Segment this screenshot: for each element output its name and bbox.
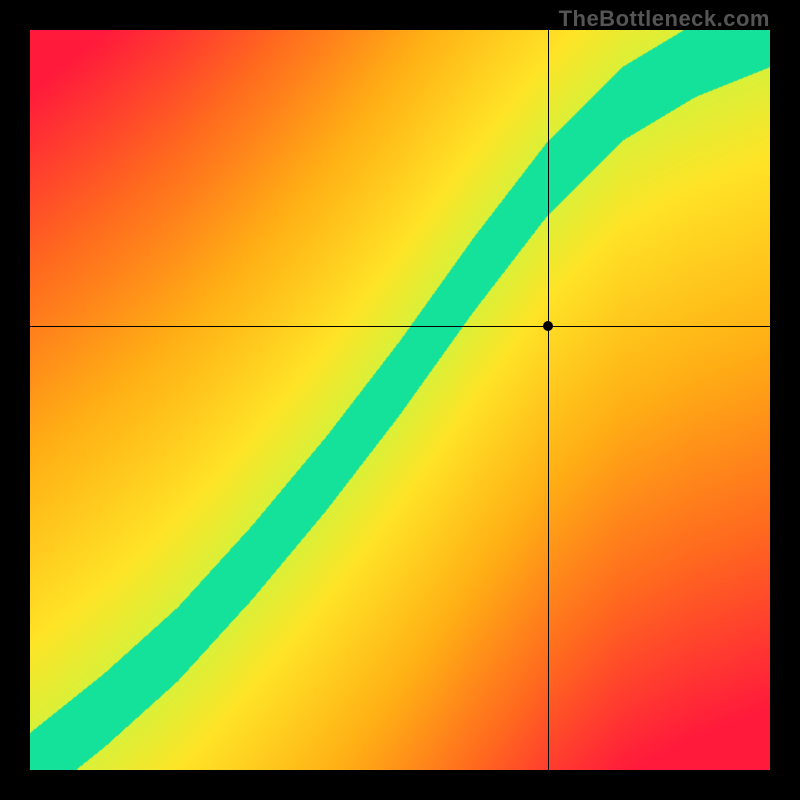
marker-dot <box>543 321 553 331</box>
chart-frame: TheBottleneck.com <box>0 0 800 800</box>
crosshair-vertical <box>548 30 549 770</box>
watermark-text: TheBottleneck.com <box>559 6 770 32</box>
heatmap-plot <box>30 30 770 770</box>
crosshair-horizontal <box>30 326 770 327</box>
heatmap-canvas <box>30 30 770 770</box>
